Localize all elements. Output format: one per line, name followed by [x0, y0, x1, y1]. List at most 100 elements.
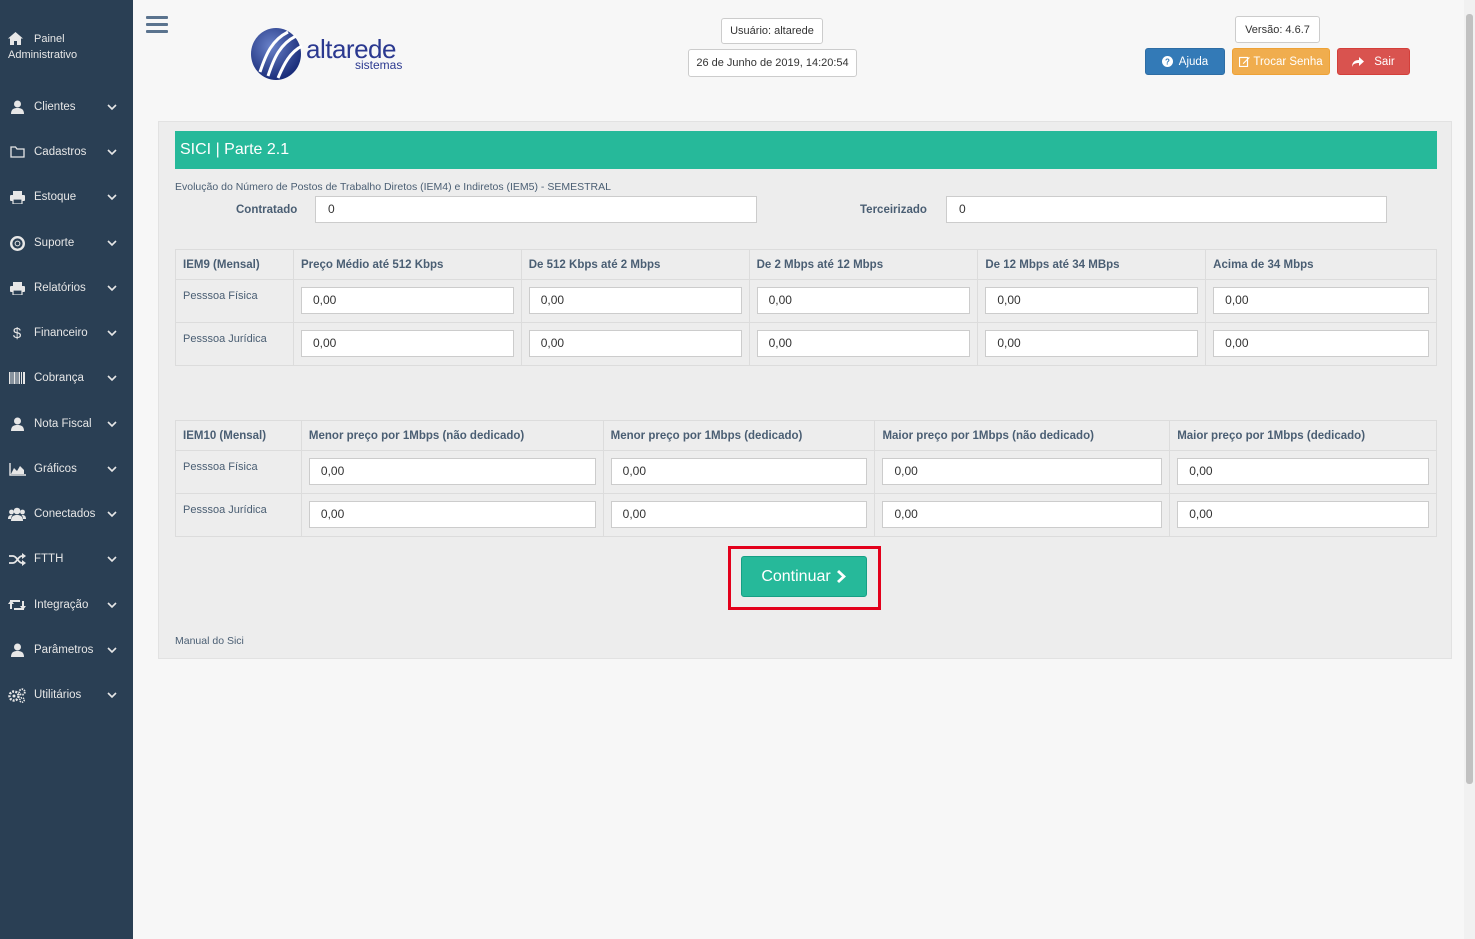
iem9-price-input[interactable]: 0,00	[300, 287, 514, 314]
row-label: Pesssoa Física	[175, 279, 294, 323]
table-cell: 0,00	[292, 322, 522, 366]
sidebar-item-label: FTTH	[34, 553, 64, 565]
table-cell: 0,00	[874, 450, 1171, 494]
chevron-down-icon	[107, 330, 117, 337]
sidebar-item-nota-fiscal[interactable]: Nota Fiscal	[0, 404, 133, 444]
table-cell: 0,00	[1205, 279, 1437, 323]
chevron-down-icon	[107, 466, 117, 473]
chevron-down-icon	[107, 692, 117, 699]
iem10-price-input[interactable]: 0,00	[1177, 501, 1429, 528]
sidebar-item-relatorios[interactable]: Relatórios	[0, 268, 133, 308]
question-circle-icon: ?	[1161, 56, 1173, 67]
sidebar-item-label: Painel	[34, 33, 65, 45]
table-row: Pesssoa Física 0,00 0,00 0,00 0,00	[175, 450, 1437, 494]
change-password-button[interactable]: Trocar Senha	[1232, 48, 1330, 75]
iem10-price-input[interactable]: 0,00	[308, 501, 596, 528]
sidebar-item-financeiro[interactable]: $ Financeiro	[0, 313, 133, 353]
sidebar-item-label: Financeiro	[34, 327, 88, 339]
table-cell: 0,00	[977, 279, 1207, 323]
iem9-price-input[interactable]: 0,00	[756, 287, 971, 314]
dollar-icon: $	[8, 325, 26, 341]
menu-toggle-button[interactable]	[146, 16, 168, 36]
table-row: Pesssoa Física 0,00 0,00 0,00 0,00 0,00	[175, 279, 1437, 323]
iem9-header-5: Acima de 34 Mbps	[1205, 249, 1437, 280]
help-button[interactable]: ? Ajuda	[1145, 48, 1225, 75]
scrollbar[interactable]	[1464, 0, 1475, 939]
sidebar-item-label: Cobrança	[34, 372, 84, 384]
users-icon	[8, 506, 26, 522]
sidebar-item-estoque[interactable]: Estoque	[0, 177, 133, 217]
user-badge: Usuário: altarede	[721, 18, 823, 44]
iem10-price-input[interactable]: 0,00	[610, 458, 868, 485]
logout-button[interactable]: Sair	[1337, 48, 1410, 75]
datetime-badge: 26 de Junho de 2019, 14:20:54	[688, 49, 857, 77]
iem10-table: IEM10 (Mensal) Menor preço por 1Mbps (não…	[175, 420, 1437, 537]
continue-label: Continuar	[761, 567, 831, 585]
terceirizado-input[interactable]: 0	[946, 196, 1387, 223]
help-button-label: Ajuda	[1178, 55, 1209, 68]
svg-text:?: ?	[1165, 58, 1170, 67]
iem10-price-input[interactable]: 0,00	[882, 501, 1163, 528]
iem10-price-input[interactable]: 0,00	[610, 501, 868, 528]
hamburger-icon	[146, 16, 168, 19]
table-cell: 0,00	[602, 450, 876, 494]
table-cell: 0,00	[292, 279, 522, 323]
user-icon	[8, 416, 26, 432]
svg-text:$: $	[13, 325, 22, 341]
sidebar-item-label: Nota Fiscal	[34, 418, 92, 430]
section-description: Evolução do Número de Postos de Trabalho…	[175, 181, 611, 193]
sidebar-item-label: Suporte	[34, 237, 75, 249]
chevron-down-icon	[107, 375, 117, 382]
sidebar-item-integracao[interactable]: Integração	[0, 585, 133, 625]
manual-link[interactable]: Manual do Sici	[175, 635, 244, 647]
row-label: Pesssoa Física	[175, 450, 302, 494]
sidebar-item-ftth[interactable]: FTTH	[0, 539, 133, 579]
sidebar-item-utilitarios[interactable]: Utilitários	[0, 675, 133, 715]
iem9-price-input[interactable]: 0,00	[528, 330, 742, 357]
iem9-price-input[interactable]: 0,00	[1213, 287, 1429, 314]
iem10-price-input[interactable]: 0,00	[308, 458, 596, 485]
sidebar-item-parametros[interactable]: Parâmetros	[0, 630, 133, 670]
random-icon	[8, 551, 26, 567]
table-cell: 0,00	[520, 279, 750, 323]
sidebar-item-suporte[interactable]: Suporte	[0, 223, 133, 263]
iem9-header-4: De 12 Mbps até 34 MBps	[977, 249, 1207, 280]
contratado-input[interactable]: 0	[315, 196, 757, 223]
table-cell: 0,00	[520, 322, 750, 366]
terceirizado-label: Terceirizado	[860, 204, 927, 216]
iem9-price-input[interactable]: 0,00	[528, 287, 742, 314]
sidebar-item-conectados[interactable]: Conectados	[0, 494, 133, 534]
sidebar-item-painel[interactable]: Painel Administrativo	[0, 32, 133, 76]
sidebar-item-cadastros[interactable]: Cadastros	[0, 132, 133, 172]
iem10-price-input[interactable]: 0,00	[882, 458, 1163, 485]
table-cell: 0,00	[748, 279, 979, 323]
scrollbar-thumb[interactable]	[1466, 14, 1473, 784]
edit-icon	[1239, 56, 1251, 67]
iem9-price-input[interactable]: 0,00	[756, 330, 971, 357]
iem9-price-input[interactable]: 0,00	[985, 330, 1199, 357]
iem10-header-4: Maior preço por 1Mbps (dedicado)	[1169, 420, 1437, 451]
sidebar-item-graficos[interactable]: Gráficos	[0, 449, 133, 489]
iem9-table: IEM9 (Mensal) Preço Médio até 512 Kbps De …	[175, 249, 1437, 366]
iem9-price-input[interactable]: 0,00	[985, 287, 1199, 314]
sidebar-item-label: Gráficos	[34, 463, 77, 475]
user-icon	[8, 99, 26, 115]
table-cell: 0,00	[300, 450, 604, 494]
iem9-price-input[interactable]: 0,00	[1213, 330, 1429, 357]
version-badge: Versão: 4.6.7	[1235, 16, 1320, 43]
folder-icon	[8, 144, 26, 160]
sidebar-item-cobranca[interactable]: Cobrança	[0, 358, 133, 398]
continue-button[interactable]: Continuar	[741, 556, 867, 597]
chevron-down-icon	[107, 240, 117, 247]
iem10-header-1: Menor preço por 1Mbps (não dedicado)	[300, 420, 604, 451]
iem10-price-input[interactable]: 0,00	[1177, 458, 1429, 485]
iem9-price-input[interactable]: 0,00	[300, 330, 514, 357]
sidebar-item-clientes[interactable]: Clientes	[0, 87, 133, 127]
sidebar-item-label: Utilitários	[34, 689, 82, 701]
table-row: Pesssoa Jurídica 0,00 0,00 0,00 0,00 0,00	[175, 322, 1437, 366]
chevron-down-icon	[107, 285, 117, 292]
user-icon	[8, 642, 26, 658]
chevron-right-icon	[836, 570, 846, 583]
change-password-label: Trocar Senha	[1253, 55, 1323, 68]
sidebar-item-label: Conectados	[34, 508, 96, 520]
